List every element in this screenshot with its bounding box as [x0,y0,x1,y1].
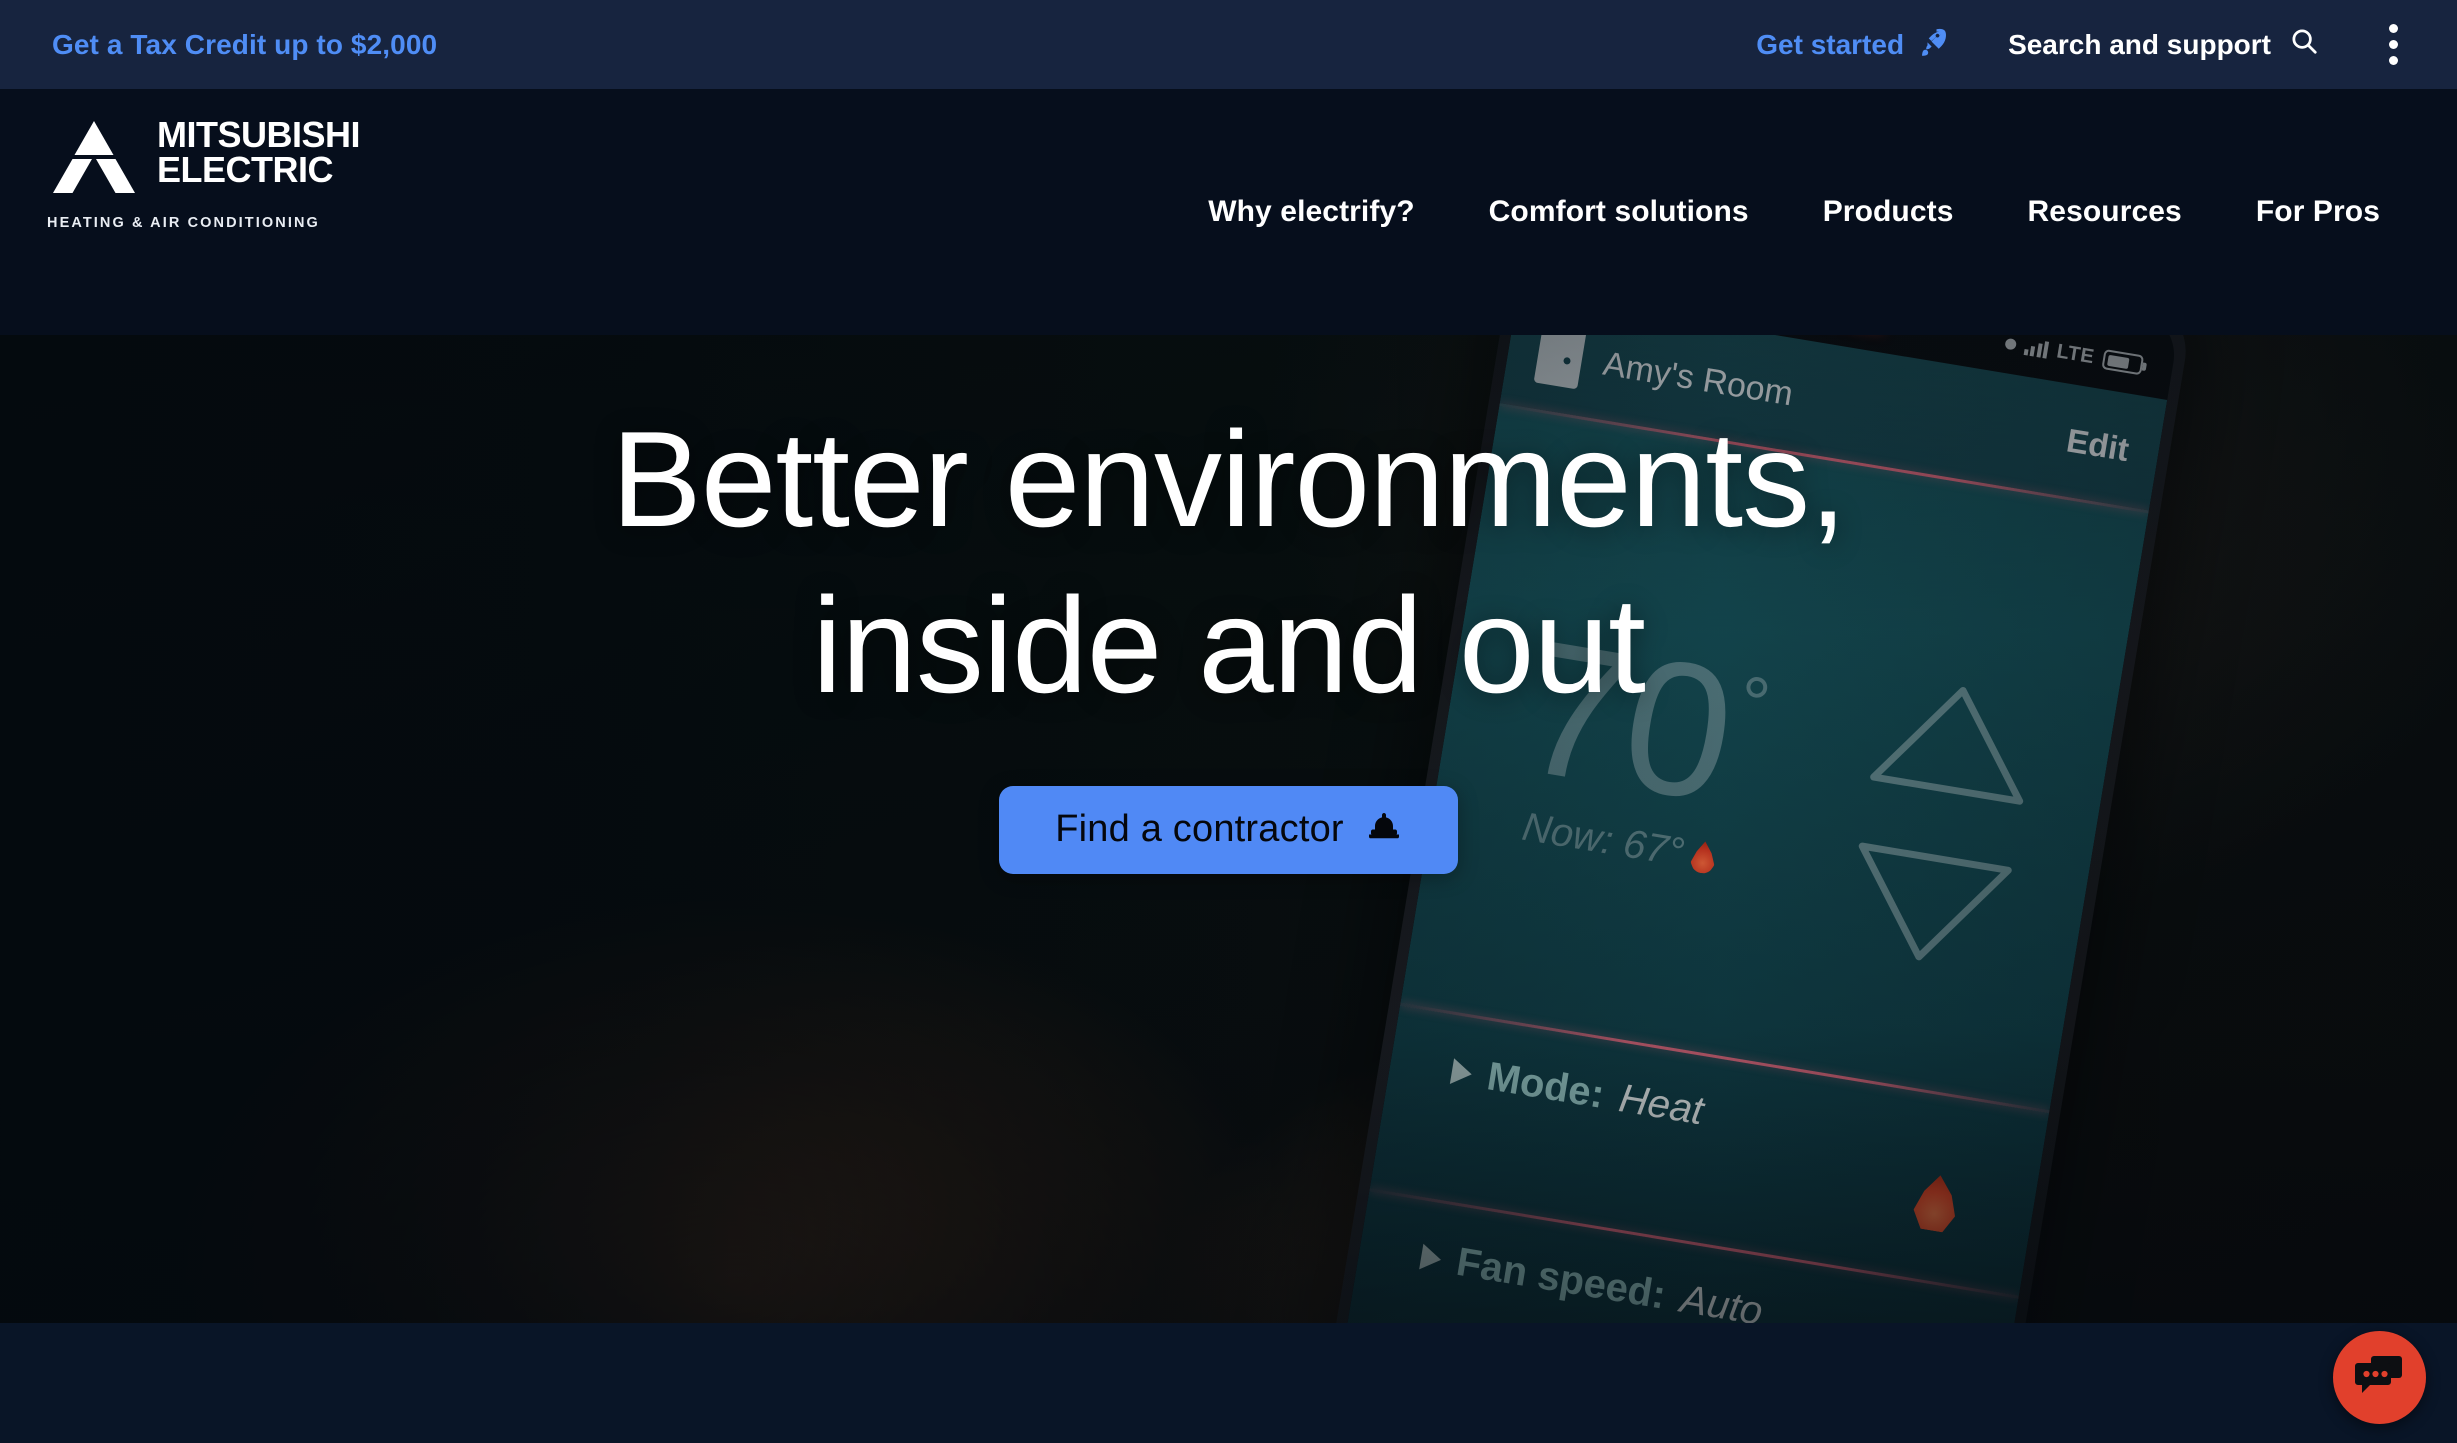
kebab-dot-3 [2388,56,2398,65]
hero-headline: Better environments, inside and out [611,397,1847,729]
search-icon[interactable] [2289,26,2319,63]
nav-item-resources[interactable]: Resources [1991,185,2219,239]
hero-section: Zones Thermostat LTE Amy's Room [0,335,2457,1323]
hero-headline-line1: Better environments, [611,403,1847,555]
nav-item-products[interactable]: Products [1786,185,1991,239]
nav-item-comfort-solutions[interactable]: Comfort solutions [1452,185,1786,239]
get-started-link[interactable]: Get started [1756,26,1948,63]
get-started-label: Get started [1756,28,1905,60]
search-and-support-label: Search and support [2008,28,2271,60]
kebab-menu-icon[interactable] [2373,20,2413,70]
find-a-contractor-button[interactable]: Find a contractor [999,785,1458,874]
kebab-dot-1 [2388,24,2398,33]
page-root: Get a Tax Credit up to $2,000 Get starte… [0,0,2457,1443]
kebab-dot-2 [2388,40,2398,49]
chat-widget-button[interactable] [2333,1331,2426,1424]
search-and-support-link[interactable]: Search and support [2008,26,2319,63]
hero-content: Better environments, inside and out Find… [0,335,2457,1323]
find-a-contractor-label: Find a contractor [1055,808,1344,851]
main-navigation: Why electrify? Comfort solutions Product… [0,89,2457,335]
nav-item-for-pros[interactable]: For Pros [2219,185,2417,239]
hero-headline-line2: inside and out [812,568,1646,721]
tax-credit-promo-link[interactable]: Get a Tax Credit up to $2,000 [52,29,437,61]
utility-bar: Get a Tax Credit up to $2,000 Get starte… [0,0,2457,89]
chat-bubbles-icon [2354,1353,2406,1402]
main-header: MITSUBISHI ELECTRIC HEATING & AIR CONDIT… [0,89,2457,335]
utility-bar-right-group: Get started Search and support [1756,20,2457,70]
rocket-icon [1918,26,1948,63]
hard-hat-icon [1366,808,1402,851]
nav-item-why-electrify[interactable]: Why electrify? [1171,185,1451,239]
below-fold-area [0,1323,2457,1443]
